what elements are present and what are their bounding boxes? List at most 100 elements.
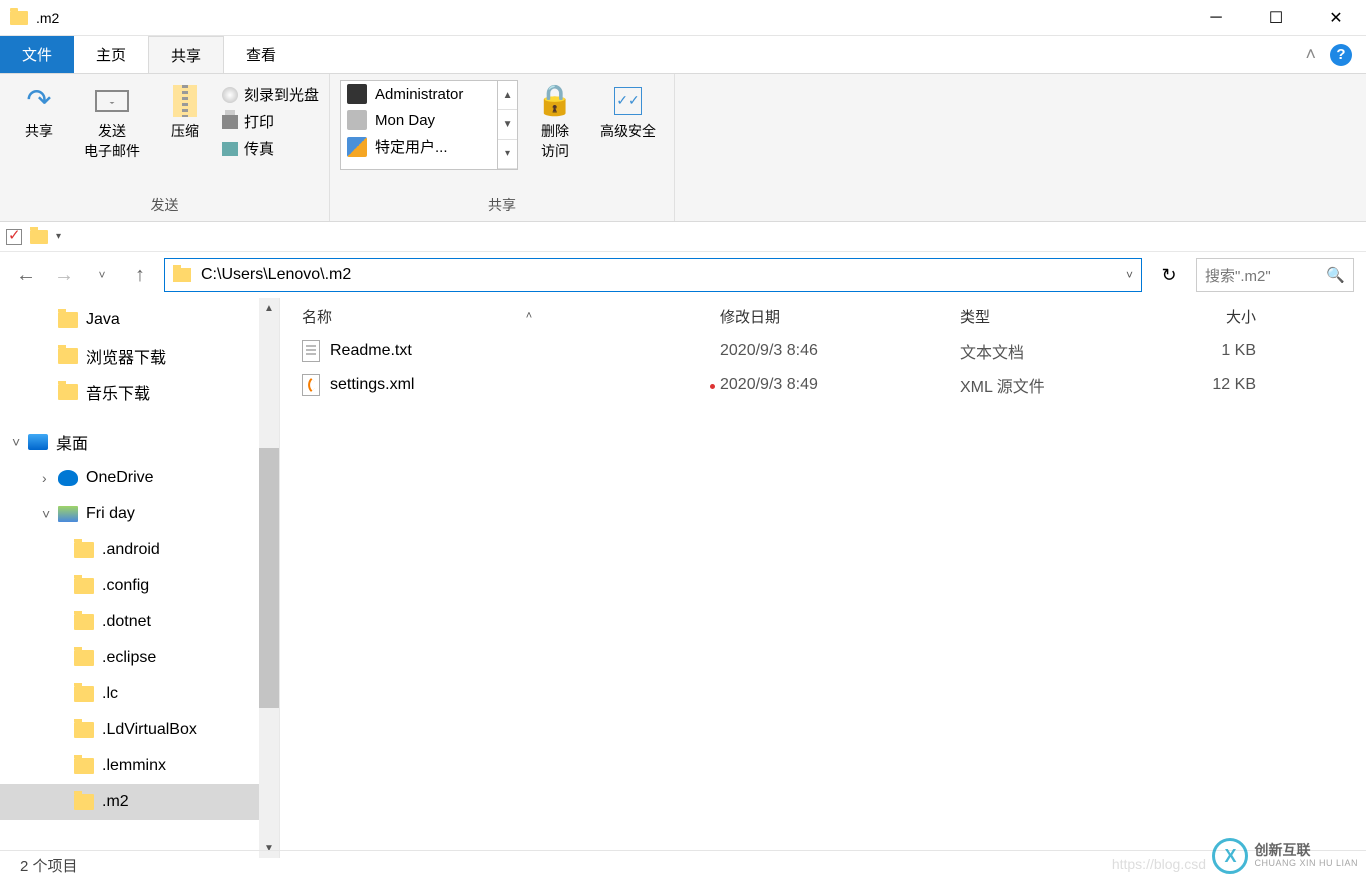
- share-user-admin[interactable]: Administrator: [341, 81, 497, 107]
- file-name: Readme.txt: [330, 342, 412, 360]
- tree-item-label: .LdVirtualBox: [102, 721, 197, 739]
- folder-icon: [58, 384, 78, 400]
- watermark-sub: CHUANG XIN HU LIAN: [1254, 859, 1358, 869]
- quick-access-bar: ▾: [0, 222, 1366, 252]
- tree-item[interactable]: 音乐下载: [0, 374, 260, 410]
- email-button[interactable]: 发送 电子邮件: [76, 80, 148, 165]
- tree-item[interactable]: 浏览器下载: [0, 338, 260, 374]
- tab-home[interactable]: 主页: [74, 36, 148, 73]
- tree-item[interactable]: .lc: [0, 676, 260, 712]
- folder-icon: [58, 312, 78, 328]
- column-headers: 名称˄ 修改日期 类型 大小: [280, 298, 1366, 334]
- print-button[interactable]: 打印: [222, 111, 319, 132]
- folder-icon: [74, 650, 94, 666]
- col-type[interactable]: 类型: [960, 306, 1166, 327]
- zip-button[interactable]: 压缩: [156, 80, 214, 146]
- fax-button[interactable]: 传真: [222, 138, 319, 159]
- folder-icon: [74, 614, 94, 630]
- share-user-label: 特定用户...: [375, 136, 448, 157]
- tree-item-label: .m2: [102, 793, 129, 811]
- share-specific-users[interactable]: 特定用户...: [341, 133, 497, 160]
- tree-item-label: .lc: [102, 685, 118, 703]
- tree-item[interactable]: Java: [0, 302, 260, 338]
- file-type: 文本文档: [960, 339, 1166, 363]
- maximize-button[interactable]: ☐: [1246, 0, 1306, 36]
- sharewith-scroll-down[interactable]: ▼: [498, 110, 517, 139]
- file-date: 2020/9/3 8:49: [720, 376, 960, 394]
- up-button[interactable]: ↑: [126, 261, 154, 289]
- fax-label: 传真: [244, 138, 274, 159]
- tree-scrollbar[interactable]: ▲ ▼: [259, 298, 279, 858]
- address-dropdown[interactable]: ˅: [1126, 268, 1133, 282]
- tree-item[interactable]: .LdVirtualBox: [0, 712, 260, 748]
- tree-item-label: .config: [102, 577, 149, 595]
- expand-icon[interactable]: ˅: [12, 434, 28, 450]
- forward-button[interactable]: →: [50, 261, 78, 289]
- lock-icon: 🔒: [538, 84, 572, 118]
- user-icon: [58, 506, 78, 522]
- tree-item[interactable]: ›OneDrive: [0, 460, 260, 496]
- address-input[interactable]: [201, 266, 1126, 284]
- qat-dropdown[interactable]: ▾: [56, 231, 61, 242]
- burn-button[interactable]: 刻录到光盘: [222, 84, 319, 105]
- tree-item[interactable]: .m2: [0, 784, 260, 820]
- folder-icon: [58, 348, 78, 364]
- scroll-up[interactable]: ▲: [259, 298, 279, 318]
- sharewith-expand[interactable]: ▾: [498, 140, 517, 169]
- col-size[interactable]: 大小: [1166, 306, 1286, 327]
- select-checkbox[interactable]: [6, 229, 22, 245]
- tree-item-label: Fri day: [86, 505, 135, 523]
- expand-icon[interactable]: ˅: [42, 506, 58, 522]
- watermark-logo-icon: X: [1212, 838, 1248, 874]
- xml-file-icon: [302, 374, 320, 396]
- tree-item-label: .eclipse: [102, 649, 156, 667]
- close-button[interactable]: ✕: [1306, 0, 1366, 36]
- share-user-label: Administrator: [375, 86, 463, 103]
- zip-label: 压缩: [171, 122, 199, 142]
- tree-item-label: 桌面: [56, 430, 88, 454]
- scroll-thumb[interactable]: [259, 448, 279, 708]
- file-row[interactable]: settings.xml2020/9/3 8:49XML 源文件12 KB: [280, 368, 1366, 402]
- search-box[interactable]: 搜索".m2" 🔍: [1196, 258, 1354, 292]
- share-button[interactable]: ↷ 共享: [10, 80, 68, 146]
- tree-item[interactable]: .config: [0, 568, 260, 604]
- sort-indicator-icon: ˄: [338, 310, 720, 322]
- ribbon: ↷ 共享 发送 电子邮件 压缩 刻录到光盘 打印 传真 发送: [0, 74, 1366, 222]
- collapse-ribbon-button[interactable]: ˄: [1305, 44, 1316, 65]
- tree-item[interactable]: ˅ 桌面: [0, 424, 260, 460]
- share-user-label: Mon Day: [375, 112, 435, 129]
- col-name[interactable]: 名称˄: [280, 306, 720, 327]
- tree-item[interactable]: .eclipse: [0, 640, 260, 676]
- help-button[interactable]: ?: [1330, 44, 1352, 66]
- remove-access-button[interactable]: 🔒 删除 访问: [526, 80, 584, 165]
- tree-item[interactable]: .lemminx: [0, 748, 260, 784]
- tab-view[interactable]: 查看: [224, 36, 298, 73]
- tree-item[interactable]: .dotnet: [0, 604, 260, 640]
- file-row[interactable]: Readme.txt2020/9/3 8:46文本文档1 KB: [280, 334, 1366, 368]
- col-date[interactable]: 修改日期: [720, 306, 960, 327]
- back-button[interactable]: ←: [12, 261, 40, 289]
- onedrive-icon: [58, 470, 78, 486]
- send-group-label: 发送: [10, 193, 319, 219]
- tree-item-label: 音乐下载: [86, 380, 150, 404]
- search-placeholder: 搜索".m2": [1205, 265, 1271, 286]
- address-bar[interactable]: ˅: [164, 258, 1142, 292]
- sharewith-scroll-up[interactable]: ▲: [498, 81, 517, 110]
- recent-dropdown[interactable]: ˅: [88, 261, 116, 289]
- tree-item[interactable]: ˅ Fri day: [0, 496, 260, 532]
- file-date: 2020/9/3 8:46: [720, 342, 960, 360]
- avatar-icon: [347, 110, 367, 130]
- share-with-list[interactable]: Administrator Mon Day 特定用户... ▲ ▼ ▾: [340, 80, 518, 170]
- minimize-button[interactable]: ─: [1186, 0, 1246, 36]
- tab-share[interactable]: 共享: [148, 36, 224, 73]
- tree-item[interactable]: .android: [0, 532, 260, 568]
- folder-icon: [74, 542, 94, 558]
- file-list: 名称˄ 修改日期 类型 大小 Readme.txt 2020/9/3 8:46文本…: [280, 298, 1366, 858]
- refresh-button[interactable]: ↻: [1152, 258, 1186, 292]
- share-user-monday[interactable]: Mon Day: [341, 107, 497, 133]
- tab-file[interactable]: 文件: [0, 36, 74, 73]
- main-area: Java浏览器下载音乐下载 ˅ 桌面 ›OneDrive ˅ Fri day .androi…: [0, 298, 1366, 858]
- expand-icon[interactable]: ›: [42, 470, 58, 486]
- advanced-security-button[interactable]: ✓✓ 高级安全: [592, 80, 664, 146]
- ribbon-tabs: 文件 主页 共享 查看 ˄ ?: [0, 36, 1366, 74]
